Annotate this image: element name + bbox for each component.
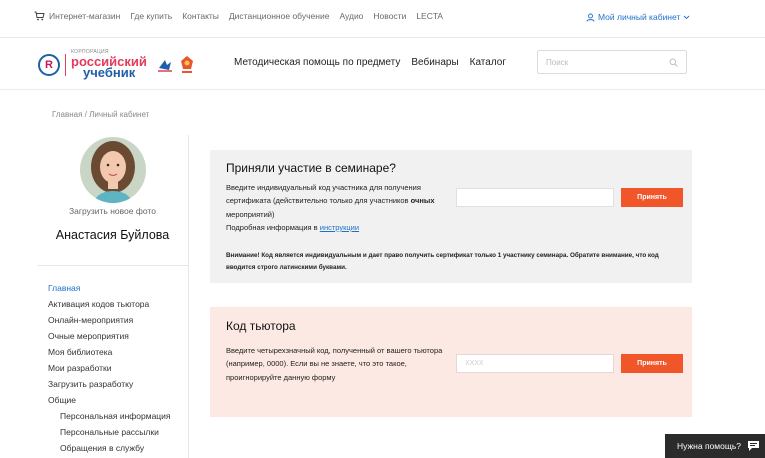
tutor-accept-button[interactable]: Принять (621, 354, 683, 373)
tutor-card-title: Код тьютора (226, 319, 296, 333)
seminar-card-description: Введите индивидуальный код участника для… (226, 181, 456, 234)
top-nav-shop-label: Интернет-магазин (49, 11, 121, 21)
site-logo[interactable]: R КОРПОРАЦИЯ российский учебник (38, 50, 195, 79)
tutor-code-input[interactable]: XXXX (456, 354, 614, 373)
user-icon (586, 13, 595, 22)
top-nav-audio[interactable]: Аудио (339, 11, 363, 21)
sidebar-divider (188, 135, 189, 458)
seminar-desc-bold: очных (410, 196, 435, 206)
seminar-desc-text: Введите индивидуальный код участника для… (226, 183, 421, 206)
sidebar-item-upload-work[interactable]: Загрузить разработку (48, 376, 171, 392)
tutor-card-description: Введите четырехзначный код, полученный о… (226, 346, 443, 382)
sidebar-item-library[interactable]: Моя библиотека (48, 344, 171, 360)
instruction-link[interactable]: инструкции (320, 223, 359, 232)
sidebar-item-general[interactable]: Общие (48, 392, 171, 408)
user-name: Анастасия Буйлова (55, 228, 170, 242)
help-button-label: Нужна помощь? (677, 441, 742, 451)
top-nav-lecta[interactable]: LECTA (416, 11, 443, 21)
breadcrumb[interactable]: Главная / Личный кабинет (52, 110, 149, 119)
sidebar-item-online-events[interactable]: Онлайн-мероприятия (48, 312, 171, 328)
upload-photo-link[interactable]: Загрузить новое фото (0, 206, 225, 216)
partner-emblem-icon (180, 55, 193, 73)
sidebar-item-personal-mailings[interactable]: Персональные рассылки (48, 424, 171, 440)
help-button[interactable]: Нужна помощь? (665, 434, 765, 458)
seminar-desc-text-2: мероприятий) (226, 209, 275, 219)
seminar-card-title: Приняли участие в семинаре? (226, 161, 396, 175)
top-nav-news[interactable]: Новости (373, 11, 406, 21)
cart-icon (34, 11, 45, 21)
seminar-code-input[interactable] (456, 188, 614, 207)
seminar-warning: Внимание! Код является индивидуальным и … (226, 252, 659, 271)
logo-emblem: R (38, 53, 60, 76)
account-menu[interactable]: Мой личный кабинет (586, 12, 690, 22)
account-menu-label: Мой личный кабинет (598, 12, 681, 22)
top-nav-distance-learning[interactable]: Дистанционное обучение (229, 11, 330, 21)
sidebar-item-tutor-codes[interactable]: Активация кодов тьютора (48, 296, 171, 312)
seminar-accept-button[interactable]: Принять (621, 188, 683, 207)
top-bar: Интернет-магазин Где купить Контакты Дис… (0, 0, 765, 38)
top-nav-contacts[interactable]: Контакты (182, 11, 219, 21)
search-icon[interactable] (669, 58, 678, 67)
main-nav-webinars[interactable]: Вебинары (411, 57, 458, 68)
search-input[interactable]: Поиск (537, 50, 687, 74)
logo-text: КОРПОРАЦИЯ российский учебник (71, 50, 147, 80)
seminar-more-prefix: Подробная информация в (226, 222, 318, 232)
sidebar-item-my-works[interactable]: Мои разработки (48, 360, 171, 376)
main-nav-catalog[interactable]: Каталог (470, 57, 506, 68)
seminar-code-card: Приняли участие в семинаре? Введите инди… (210, 150, 692, 283)
chat-icon (748, 441, 760, 451)
top-nav: Интернет-магазин Где купить Контакты Дис… (34, 11, 443, 21)
partner-logo-icon (157, 59, 172, 72)
main-nav-methodical-help[interactable]: Методическая помощь по предмету (234, 57, 400, 68)
search-placeholder: Поиск (546, 57, 569, 67)
top-nav-shop[interactable]: Интернет-магазин (34, 11, 120, 21)
chevron-down-icon (684, 15, 690, 19)
tutor-code-card: Код тьютора Введите четырехзначный код, … (210, 307, 692, 417)
site-header: R КОРПОРАЦИЯ российский учебник Методиче… (0, 38, 765, 90)
main-nav: Методическая помощь по предмету Вебинары… (234, 57, 506, 68)
sidebar-item-personal-info[interactable]: Персональная информация (48, 408, 171, 424)
logo-divider (65, 53, 66, 76)
sidebar-item-home[interactable]: Главная (48, 280, 171, 296)
tutor-code-placeholder: XXXX (465, 360, 484, 367)
profile-divider (38, 265, 188, 266)
top-nav-where-to-buy[interactable]: Где купить (130, 11, 172, 21)
sidebar-menu: Главная Активация кодов тьютора Онлайн-м… (48, 280, 171, 456)
sidebar-item-support-requests[interactable]: Обращения в службу (48, 440, 171, 456)
avatar[interactable] (80, 137, 146, 203)
sidebar-item-offline-events[interactable]: Очные мероприятия (48, 328, 171, 344)
